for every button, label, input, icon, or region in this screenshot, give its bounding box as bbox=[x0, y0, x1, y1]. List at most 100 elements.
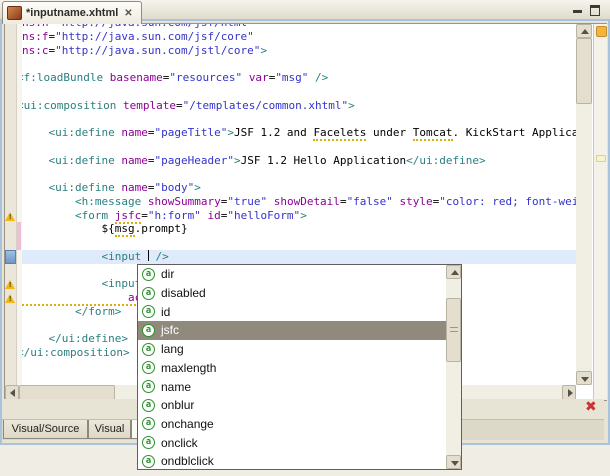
maximize-view-icon[interactable] bbox=[589, 4, 602, 16]
code-token: id bbox=[207, 208, 221, 222]
code-token: <f:loadBundle bbox=[22, 71, 110, 84]
popup-scroll-up-icon[interactable] bbox=[446, 265, 461, 279]
code-token: > bbox=[227, 126, 234, 139]
code-token: = bbox=[141, 208, 148, 222]
completion-item-id[interactable]: a id bbox=[138, 302, 446, 321]
completion-item-ondblclick[interactable]: a ondblclick bbox=[138, 452, 446, 469]
code-token: > bbox=[233, 153, 241, 167]
code-token: > bbox=[300, 208, 307, 222]
code-line: <input bbox=[22, 277, 141, 291]
completion-item-onclick[interactable]: a onclick bbox=[138, 433, 446, 452]
annotation-ruler[interactable]: !!! bbox=[5, 24, 17, 385]
change-bar bbox=[17, 236, 21, 250]
code-token: <ui:define bbox=[22, 153, 122, 167]
code-token: .prompt} bbox=[134, 222, 188, 236]
code-token: <form bbox=[22, 208, 115, 222]
code-token: "h:form" bbox=[147, 208, 201, 222]
completion-item-maxlength[interactable]: a maxlength bbox=[138, 359, 446, 378]
code-line: <form jsfc="h:form" id="helloForm"> bbox=[22, 208, 307, 224]
warning-icon[interactable]: ! bbox=[5, 211, 16, 221]
completion-item-disabled[interactable]: a disabled bbox=[138, 284, 446, 303]
scroll-right-arrow-icon[interactable] bbox=[562, 385, 576, 400]
code-token: </ui:composition> bbox=[22, 346, 130, 359]
vscrollbar-thumb[interactable] bbox=[576, 38, 592, 104]
code-token: > bbox=[194, 181, 201, 194]
code-token: = bbox=[175, 98, 183, 112]
overview-annotations-icon[interactable] bbox=[596, 26, 607, 37]
code-line: act bbox=[22, 291, 148, 306]
completion-item-onblur[interactable]: a onblur bbox=[138, 396, 446, 415]
code-token-warning-underlined: jsfc bbox=[114, 208, 142, 224]
code-token: <ui:define bbox=[22, 126, 122, 139]
tab-visual[interactable]: Visual bbox=[88, 420, 131, 439]
error-icon[interactable]: ✖ bbox=[585, 400, 597, 414]
close-tab-icon[interactable]: ✕ bbox=[124, 8, 132, 19]
hscrollbar-thumb[interactable] bbox=[19, 385, 115, 400]
code-token: ns:h bbox=[22, 24, 49, 29]
code-token-warning-underlined: act bbox=[22, 291, 148, 306]
editor-tab-inputname-xhtml[interactable]: *inputname.xhtml ✕ bbox=[2, 1, 142, 24]
code-token: </ui:define> bbox=[22, 332, 128, 346]
warning-icon[interactable]: ! bbox=[5, 279, 16, 290]
code-token: <ui:define bbox=[22, 181, 122, 194]
overview-ruler[interactable] bbox=[593, 24, 607, 400]
warning-icon[interactable]: ! bbox=[5, 293, 16, 303]
code-token: under bbox=[366, 126, 413, 139]
code-token: <input bbox=[22, 249, 148, 263]
attribute-icon: a bbox=[142, 323, 155, 337]
completion-item-label: onclick bbox=[161, 435, 198, 450]
popup-scrollbar[interactable] bbox=[446, 265, 461, 469]
tab-visual-source[interactable]: Visual/Source bbox=[3, 420, 88, 439]
editor-tab-title: *inputname.xhtml bbox=[26, 7, 119, 19]
attribute-icon: a bbox=[142, 398, 155, 412]
code-token: ns:f bbox=[22, 29, 49, 43]
code-token: name bbox=[121, 181, 148, 194]
code-token: . KickStart Application bbox=[452, 126, 576, 139]
popup-scroll-down-icon[interactable] bbox=[446, 455, 461, 469]
code-token: "body" bbox=[154, 181, 195, 194]
code-token: ${ bbox=[22, 222, 115, 236]
code-token: JSF 1.2 and bbox=[233, 126, 314, 139]
completion-list: a dir a disabled a id a jsfc a lang a maxlength a nam… bbox=[138, 265, 446, 469]
popup-scrollbar-thumb[interactable] bbox=[446, 298, 461, 362]
overview-warning-mark[interactable] bbox=[596, 155, 606, 162]
code-token: "pageTitle" bbox=[154, 126, 228, 139]
attribute-icon: a bbox=[142, 380, 155, 394]
completion-item-dir[interactable]: a dir bbox=[138, 265, 446, 284]
code-token: <input bbox=[22, 277, 142, 291]
code-line: <ui:define name="pageTitle">JSF 1.2 and … bbox=[22, 126, 576, 141]
attribute-icon: a bbox=[142, 342, 155, 356]
completion-item-jsfc[interactable]: a jsfc bbox=[138, 321, 446, 340]
attribute-icon: a bbox=[142, 361, 155, 375]
editor-vertical-scrollbar[interactable] bbox=[576, 24, 592, 385]
code-token: </ui:define> bbox=[406, 153, 486, 167]
code-token: template bbox=[122, 98, 176, 112]
completion-item-label: lang bbox=[161, 342, 184, 357]
code-token: /> bbox=[148, 249, 169, 263]
completion-item-label: name bbox=[161, 379, 192, 394]
completion-item-onchange[interactable]: a onchange bbox=[138, 415, 446, 434]
code-line: </ui:composition> bbox=[22, 346, 130, 360]
code-token: style bbox=[399, 194, 433, 208]
code-line: <f:loadBundle basename="resources" var="… bbox=[22, 71, 328, 85]
completion-item-label: onblur bbox=[161, 398, 195, 413]
code-token: <h:message bbox=[22, 194, 148, 208]
scroll-left-arrow-icon[interactable] bbox=[5, 385, 19, 400]
code-line: <h:message showSummary = "true" showDetail… bbox=[22, 195, 576, 209]
scroll-up-arrow-icon[interactable] bbox=[576, 24, 592, 38]
attribute-icon: a bbox=[142, 436, 155, 450]
completion-item-name[interactable]: a name bbox=[138, 377, 446, 396]
code-token: "resources" bbox=[169, 71, 243, 84]
scroll-down-arrow-icon[interactable] bbox=[576, 371, 592, 385]
completion-item-label: dir bbox=[161, 267, 175, 282]
eclipse-editor-view: *inputname.xhtml ✕ !!! ns:h = "http://java… bbox=[0, 0, 610, 476]
xhtml-file-icon bbox=[7, 6, 22, 20]
code-line: </form> bbox=[22, 305, 121, 319]
code-token: name bbox=[121, 126, 148, 139]
completion-item-lang[interactable]: a lang bbox=[138, 340, 446, 359]
minimize-view-icon[interactable] bbox=[572, 4, 585, 15]
code-token: ns:c bbox=[22, 43, 49, 57]
